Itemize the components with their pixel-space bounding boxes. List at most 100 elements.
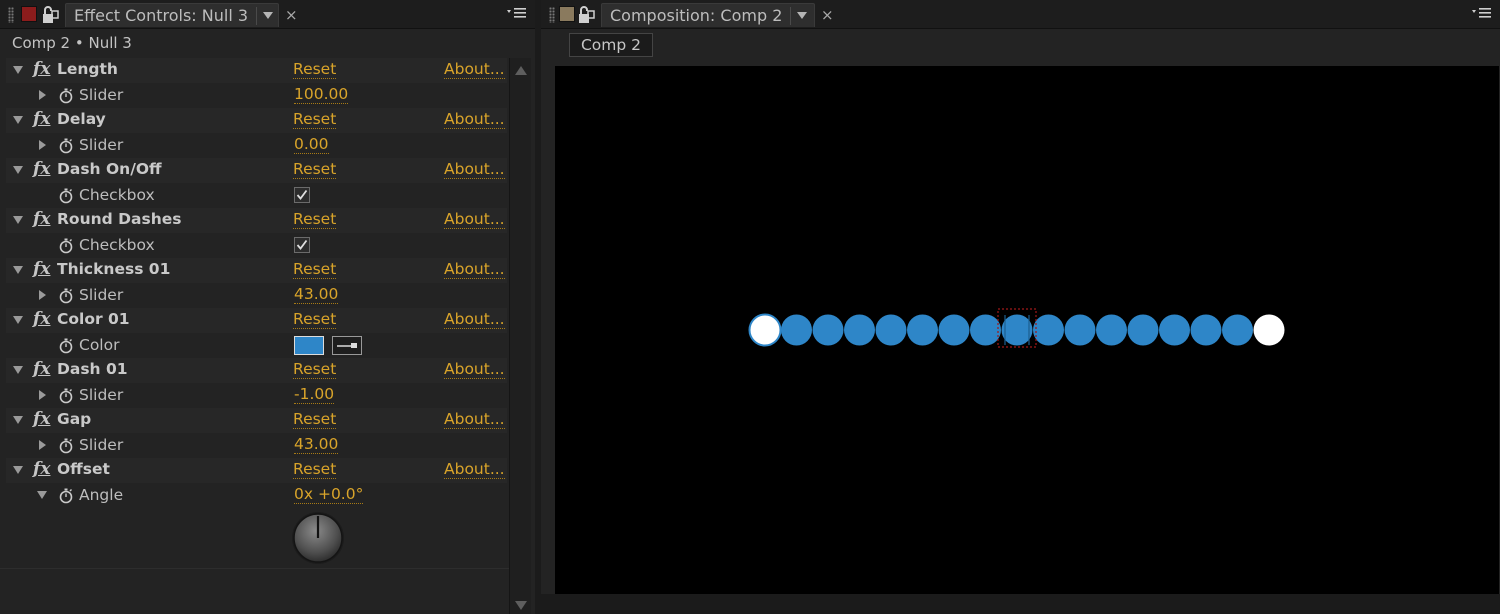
tab-effect-controls[interactable]: Effect Controls: Null 3	[65, 3, 279, 27]
twirl-open-icon[interactable]	[13, 316, 23, 324]
twirl-closed-icon[interactable]	[39, 140, 46, 150]
about-link[interactable]: About...	[444, 161, 505, 179]
stopwatch-icon[interactable]	[58, 88, 74, 104]
dashed-stroke[interactable]	[555, 66, 1499, 594]
vertical-scrollbar[interactable]	[509, 58, 531, 614]
fx-toggle-icon[interactable]: fx	[33, 359, 50, 379]
twirl-closed-icon[interactable]	[39, 290, 46, 300]
about-link[interactable]: About...	[444, 361, 505, 379]
about-link[interactable]: About...	[444, 211, 505, 229]
reset-link[interactable]: Reset	[293, 61, 337, 79]
stopwatch-icon[interactable]	[58, 488, 74, 504]
effect-row[interactable]: fx Offset Reset About...	[6, 458, 507, 483]
stopwatch-icon[interactable]	[58, 138, 74, 154]
panel-grip-icon[interactable]	[8, 7, 14, 23]
param-row[interactable]: Slider 0.00	[6, 133, 507, 158]
about-link[interactable]: About...	[444, 261, 505, 279]
effect-controls-tabbar: Effect Controls: Null 3 ×	[0, 0, 535, 29]
effect-row[interactable]: fx Color 01 Reset About...	[6, 308, 507, 333]
fx-toggle-icon[interactable]: fx	[33, 409, 50, 429]
param-value[interactable]: 100.00	[294, 86, 349, 104]
fx-toggle-icon[interactable]: fx	[33, 459, 50, 479]
tab-dropdown-icon[interactable]	[256, 6, 278, 25]
fx-toggle-icon[interactable]: fx	[33, 109, 50, 129]
eyedropper-icon[interactable]	[332, 336, 362, 355]
lock-icon[interactable]	[42, 5, 59, 24]
reset-link[interactable]: Reset	[293, 261, 337, 279]
composition-viewer[interactable]	[555, 66, 1499, 594]
stopwatch-icon[interactable]	[58, 188, 74, 204]
scroll-down-icon[interactable]	[515, 601, 527, 610]
stopwatch-icon[interactable]	[58, 288, 74, 304]
param-row[interactable]: Slider -1.00	[6, 383, 507, 408]
param-value[interactable]: 43.00	[294, 286, 339, 304]
param-row[interactable]: Color	[6, 333, 507, 358]
angle-dial[interactable]	[290, 510, 346, 566]
twirl-closed-icon[interactable]	[39, 90, 46, 100]
effect-row[interactable]: fx Length Reset About...	[6, 58, 507, 83]
twirl-open-icon[interactable]	[13, 66, 23, 74]
twirl-closed-icon[interactable]	[39, 440, 46, 450]
fx-toggle-icon[interactable]: fx	[33, 309, 50, 329]
stopwatch-icon[interactable]	[58, 438, 74, 454]
panel-menu-icon[interactable]	[507, 6, 527, 20]
about-link[interactable]: About...	[444, 461, 505, 479]
effect-row[interactable]: fx Delay Reset About...	[6, 108, 507, 133]
param-row[interactable]: Slider 43.00	[6, 433, 507, 458]
param-value[interactable]: 0.00	[294, 136, 329, 154]
twirl-closed-icon[interactable]	[39, 390, 46, 400]
reset-link[interactable]: Reset	[293, 461, 337, 479]
fx-toggle-icon[interactable]: fx	[33, 209, 50, 229]
param-row[interactable]: Slider 100.00	[6, 83, 507, 108]
about-link[interactable]: About...	[444, 61, 505, 79]
param-value[interactable]: -1.00	[294, 386, 335, 404]
param-row[interactable]: Checkbox	[6, 233, 507, 258]
fx-toggle-icon[interactable]: fx	[33, 59, 50, 79]
twirl-open-icon[interactable]	[13, 216, 23, 224]
stopwatch-icon[interactable]	[58, 338, 74, 354]
tab-composition[interactable]: Composition: Comp 2	[601, 3, 815, 27]
reset-link[interactable]: Reset	[293, 411, 337, 429]
close-icon[interactable]: ×	[285, 6, 298, 24]
param-value[interactable]: 43.00	[294, 436, 339, 454]
stopwatch-icon[interactable]	[58, 238, 74, 254]
param-name: Slider	[79, 86, 124, 104]
effect-row[interactable]: fx Gap Reset About...	[6, 408, 507, 433]
effect-row[interactable]: fx Dash On/Off Reset About...	[6, 158, 507, 183]
about-link[interactable]: About...	[444, 311, 505, 329]
param-value[interactable]: 0x +0.0°	[294, 486, 364, 504]
twirl-open-icon[interactable]	[13, 416, 23, 424]
checkbox[interactable]	[294, 237, 310, 253]
tab-dropdown-icon[interactable]	[790, 6, 812, 25]
lock-icon[interactable]	[578, 5, 595, 24]
panel-grip-icon[interactable]	[549, 7, 555, 23]
twirl-open-icon[interactable]	[13, 266, 23, 274]
effect-row[interactable]: fx Thickness 01 Reset About...	[6, 258, 507, 283]
stopwatch-icon[interactable]	[58, 388, 74, 404]
panel-menu-icon[interactable]	[1472, 6, 1492, 20]
twirl-open-icon[interactable]	[13, 366, 23, 374]
twirl-open-icon[interactable]	[37, 491, 47, 499]
twirl-open-icon[interactable]	[13, 166, 23, 174]
twirl-open-icon[interactable]	[13, 466, 23, 474]
effect-row[interactable]: fx Round Dashes Reset About...	[6, 208, 507, 233]
about-link[interactable]: About...	[444, 111, 505, 129]
fx-toggle-icon[interactable]: fx	[33, 159, 50, 179]
color-swatch[interactable]	[294, 336, 324, 355]
param-row[interactable]: Checkbox	[6, 183, 507, 208]
reset-link[interactable]: Reset	[293, 161, 337, 179]
effect-row[interactable]: fx Dash 01 Reset About...	[6, 358, 507, 383]
comp-navigator-button[interactable]: Comp 2	[569, 33, 653, 57]
reset-link[interactable]: Reset	[293, 111, 337, 129]
close-icon[interactable]: ×	[821, 6, 834, 24]
param-row[interactable]: Angle 0x +0.0°	[6, 483, 507, 508]
about-link[interactable]: About...	[444, 411, 505, 429]
checkbox[interactable]	[294, 187, 310, 203]
scroll-up-icon[interactable]	[515, 66, 527, 75]
param-row[interactable]: Slider 43.00	[6, 283, 507, 308]
twirl-open-icon[interactable]	[13, 116, 23, 124]
reset-link[interactable]: Reset	[293, 311, 337, 329]
reset-link[interactable]: Reset	[293, 211, 337, 229]
fx-toggle-icon[interactable]: fx	[33, 259, 50, 279]
reset-link[interactable]: Reset	[293, 361, 337, 379]
